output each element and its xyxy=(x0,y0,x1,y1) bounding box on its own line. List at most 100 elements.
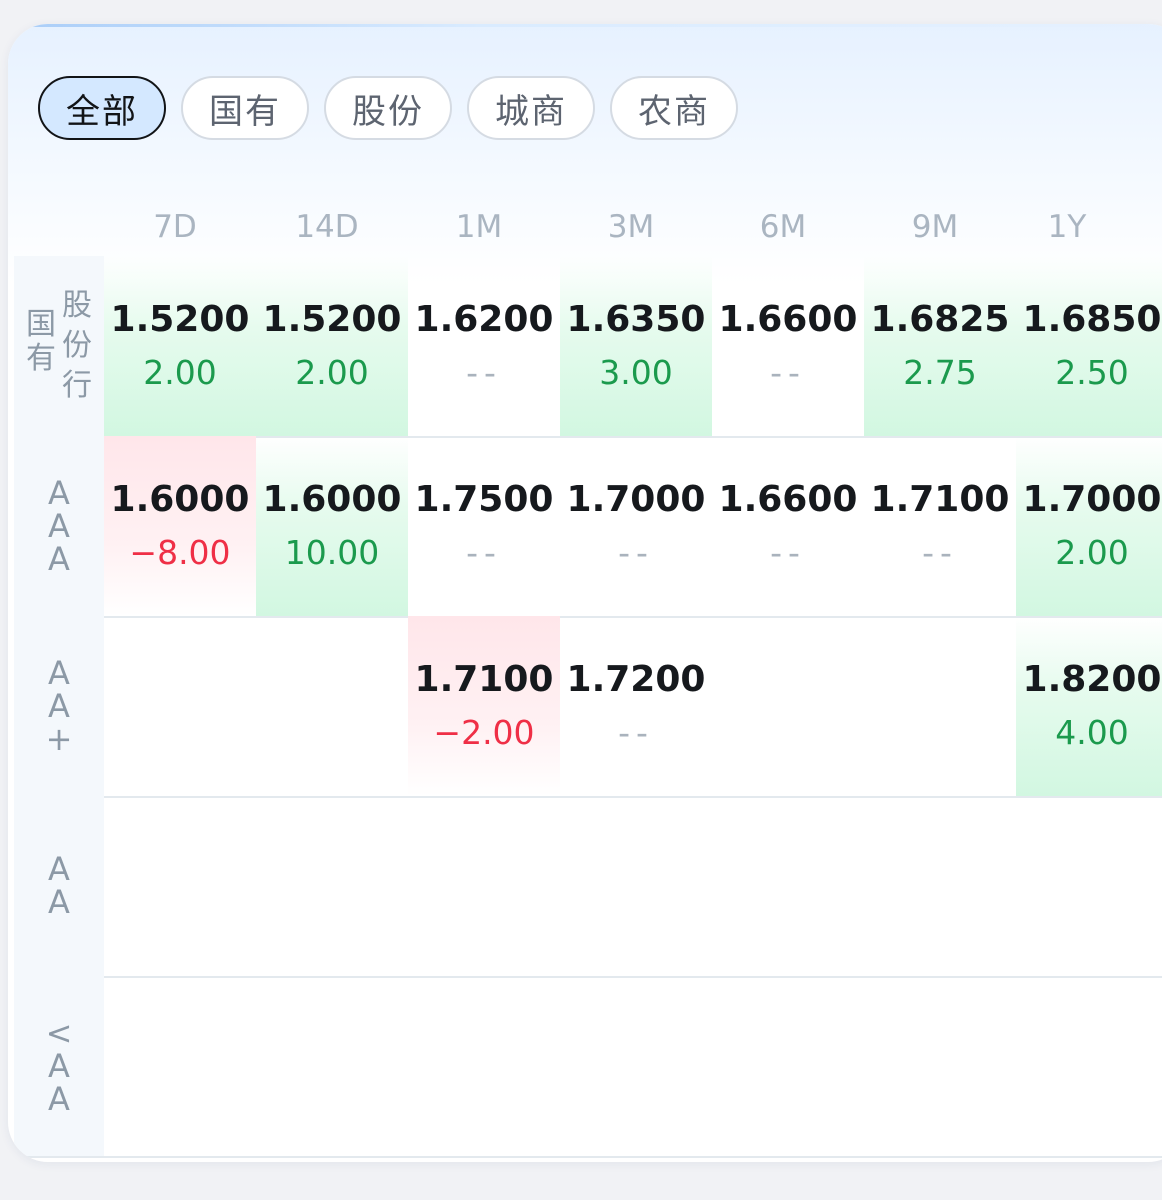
row-label-text: AA+ xyxy=(45,653,73,758)
rate-matrix-card: 全部 国有 股份 城商 农商 7D 14D 1M 3M 6M 9M 1Y 国有股… xyxy=(8,24,1162,1162)
rate-value: 1.7100 xyxy=(414,659,554,700)
rate-cell xyxy=(864,616,1016,796)
rate-value: 1.7200 xyxy=(566,659,706,700)
row-label: <AA xyxy=(14,976,104,1156)
tenor-header-cell: 9M xyxy=(911,209,959,245)
rate-value: 1.6825 xyxy=(870,299,1010,340)
rate-cell[interactable]: 1.6200 -- xyxy=(408,256,560,436)
rate-value: 1.6350 xyxy=(566,299,706,340)
rate-cell[interactable]: 1.6600 -- xyxy=(712,436,864,616)
row-label: AA+ xyxy=(14,616,104,796)
rate-cell xyxy=(712,976,864,1156)
rating-row: <AA xyxy=(14,976,1162,1158)
rate-change: -- xyxy=(770,353,806,392)
rate-change: 10.00 xyxy=(284,533,380,572)
tab-state-owned[interactable]: 国有 xyxy=(181,76,309,140)
rate-cell[interactable]: 1.7000 -- xyxy=(560,436,712,616)
tab-city-commercial[interactable]: 城商 xyxy=(467,76,595,140)
rate-cell xyxy=(560,976,712,1156)
row-label-part: 股份行 xyxy=(62,288,92,403)
rate-value: 1.7100 xyxy=(870,479,1010,520)
rate-cell xyxy=(408,976,560,1156)
row-label: AA xyxy=(14,796,104,976)
rate-change: −2.00 xyxy=(433,713,535,752)
rate-change: −8.00 xyxy=(129,533,231,572)
rate-value: 1.5200 xyxy=(110,299,250,340)
tenor-header-cell: 6M xyxy=(759,209,807,245)
rate-cell[interactable]: 1.5200 2.00 xyxy=(256,256,408,436)
rate-cell[interactable]: 1.5200 2.00 xyxy=(104,256,256,436)
rate-value: 1.6200 xyxy=(414,299,554,340)
rate-change: -- xyxy=(618,533,654,572)
rate-value: 1.5200 xyxy=(262,299,402,340)
rating-row: AA+ 1.7100 −2.00 1.7200 -- 1.8200 4.00 xyxy=(14,616,1162,798)
rate-change: -- xyxy=(770,533,806,572)
rate-cell xyxy=(712,616,864,796)
rate-change: 4.00 xyxy=(1055,713,1129,752)
rate-cell xyxy=(256,616,408,796)
rate-cell[interactable]: 1.7200 -- xyxy=(560,616,712,796)
rate-cell[interactable]: 1.8200 4.00 xyxy=(1016,616,1162,796)
tab-joint-stock[interactable]: 股份 xyxy=(324,76,452,140)
rate-change: 2.00 xyxy=(1055,533,1129,572)
rate-cell[interactable]: 1.6350 3.00 xyxy=(560,256,712,436)
row-label-text: AA xyxy=(48,850,70,921)
rate-cell[interactable]: 1.6600 -- xyxy=(712,256,864,436)
rate-value: 1.7000 xyxy=(566,479,706,520)
tenor-header: 7D 14D 1M 3M 6M 9M 1Y xyxy=(8,202,1162,252)
tenor-header-cell: 7D xyxy=(153,209,197,245)
rate-cell xyxy=(104,616,256,796)
bank-type-tabs: 全部 国有 股份 城商 农商 xyxy=(38,76,738,142)
rate-change: 2.00 xyxy=(295,353,369,392)
tab-all[interactable]: 全部 xyxy=(38,76,166,140)
rate-cell xyxy=(256,976,408,1156)
rate-change: -- xyxy=(618,713,654,752)
rate-cell[interactable]: 1.6850 2.50 xyxy=(1016,256,1162,436)
rate-cell[interactable]: 1.6000 −8.00 xyxy=(104,436,256,616)
rate-cell[interactable]: 1.6000 10.00 xyxy=(256,436,408,616)
rating-row: AA xyxy=(14,796,1162,978)
rate-cell xyxy=(560,796,712,976)
rate-value: 1.6600 xyxy=(718,299,858,340)
rate-cell xyxy=(256,796,408,976)
rate-change: 3.00 xyxy=(599,353,673,392)
rate-value: 1.8200 xyxy=(1022,659,1162,700)
rate-value: 1.7000 xyxy=(1022,479,1162,520)
tenor-header-cell: 1M xyxy=(455,209,503,245)
rate-value: 1.6850 xyxy=(1022,299,1162,340)
tenor-header-cell: 1Y xyxy=(1047,209,1087,245)
rate-cell[interactable]: 1.7500 -- xyxy=(408,436,560,616)
rate-cell xyxy=(1016,796,1162,976)
rate-cell xyxy=(104,976,256,1156)
row-label: 国有 股份行 xyxy=(14,256,104,436)
rate-cell xyxy=(864,796,1016,976)
rate-value: 1.6600 xyxy=(718,479,858,520)
rate-change: -- xyxy=(466,533,502,572)
tenor-header-cell: 3M xyxy=(607,209,655,245)
rating-row: 国有 股份行 1.5200 2.00 1.5200 2.00 1.6200 -- 1.6350 3… xyxy=(14,256,1162,438)
row-label: AAA xyxy=(14,436,104,616)
rate-value: 1.6000 xyxy=(262,479,402,520)
row-label-text: <AA xyxy=(45,1013,73,1118)
rate-cell[interactable]: 1.6825 2.75 xyxy=(864,256,1016,436)
row-label-part: 国有 xyxy=(26,307,56,376)
rate-cell xyxy=(864,976,1016,1156)
rate-cell[interactable]: 1.7000 2.00 xyxy=(1016,436,1162,616)
rating-row: AAA 1.6000 −8.00 1.6000 10.00 1.7500 -- 1.7000 -… xyxy=(14,436,1162,618)
rate-value: 1.6000 xyxy=(110,479,250,520)
rate-change: -- xyxy=(466,353,502,392)
rate-value: 1.7500 xyxy=(414,479,554,520)
rate-change: 2.00 xyxy=(143,353,217,392)
rate-cell xyxy=(1016,976,1162,1156)
row-label-text: AAA xyxy=(48,473,70,578)
tab-rural-commercial[interactable]: 农商 xyxy=(610,76,738,140)
rate-cell[interactable]: 1.7100 −2.00 xyxy=(408,616,560,796)
rate-change: 2.50 xyxy=(1055,353,1129,392)
rate-cell xyxy=(712,796,864,976)
rate-change: -- xyxy=(922,533,958,572)
rate-cell[interactable]: 1.7100 -- xyxy=(864,436,1016,616)
rate-cell xyxy=(408,796,560,976)
rate-change: 2.75 xyxy=(903,353,977,392)
tenor-header-cell: 14D xyxy=(295,209,359,245)
rate-cell xyxy=(104,796,256,976)
